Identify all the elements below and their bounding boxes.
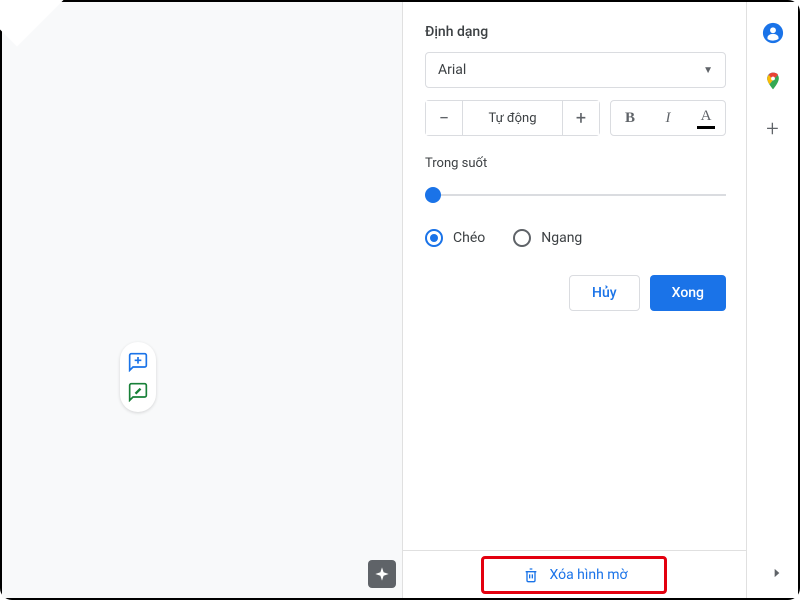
delete-watermark-label: Xóa hình mờ [549,567,627,583]
font-select-value: Arial [438,62,466,78]
font-size-decrease[interactable]: − [426,101,462,135]
italic-button[interactable]: I [649,101,687,135]
suggest-edit-icon[interactable] [124,378,152,406]
orientation-horizontal[interactable]: Ngang [513,229,582,247]
add-addon-icon[interactable]: + [762,118,784,140]
watermark-panel: Định dạng Arial ▼ − Tự động + B I A Tron… [402,2,748,598]
document-canvas[interactable] [2,2,402,598]
radio-icon [425,229,443,247]
font-size-increase[interactable]: + [563,101,599,135]
slider-thumb[interactable] [425,187,441,203]
format-heading: Định dạng [425,24,726,40]
bold-button[interactable]: B [611,101,649,135]
chevron-down-icon: ▼ [703,65,713,76]
panel-footer: Xóa hình mờ [402,550,748,598]
action-buttons: Hủy Xong [425,275,726,311]
maps-icon[interactable] [762,70,784,92]
format-controls: − Tự động + B I A [425,100,726,136]
add-comment-icon[interactable] [124,348,152,376]
radio-label: Ngang [541,230,582,246]
trash-icon [523,566,539,584]
font-size-value[interactable]: Tự động [462,101,563,135]
side-rail: + [746,2,798,598]
transparency-label: Trong suốt [425,156,726,171]
font-select[interactable]: Arial ▼ [425,52,726,88]
font-size-stepper: − Tự động + [425,100,600,136]
transparency-slider[interactable] [425,185,726,205]
done-button[interactable]: Xong [650,275,726,311]
slider-track [425,194,726,196]
orientation-diagonal[interactable]: Chéo [425,229,485,247]
orientation-radio-group: Chéo Ngang [425,229,726,247]
radio-label: Chéo [453,230,485,246]
text-style-group: B I A [610,100,726,136]
contacts-icon[interactable] [762,22,784,44]
delete-watermark-button[interactable]: Xóa hình mờ [509,560,641,590]
cancel-button[interactable]: Hủy [569,275,640,311]
text-color-button[interactable]: A [687,101,725,135]
explore-button[interactable] [368,560,396,588]
expand-rail-icon[interactable] [770,565,784,584]
radio-icon [513,229,531,247]
comment-tools [120,342,156,412]
